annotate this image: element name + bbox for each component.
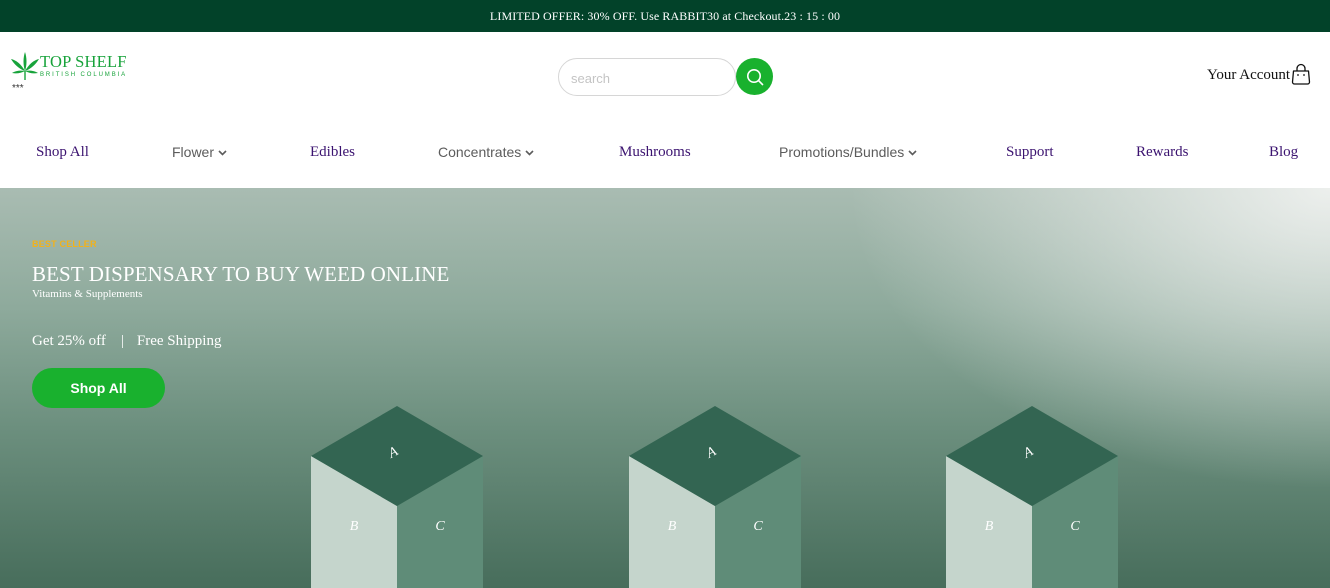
cannabis-leaf-icon [11, 52, 39, 80]
hero-subtitle: Vitamins & Supplements [32, 288, 143, 300]
hero-tag: BEST CELLER [32, 239, 97, 249]
promo-bar: LIMITED OFFER: 30% OFF. Use RABBIT30 at … [0, 0, 1330, 32]
hero-offer-discount: Get 25% off [32, 333, 106, 349]
nav-item-label: Edibles [310, 144, 355, 160]
chevron-down-icon [218, 149, 227, 156]
product-box: A B C [946, 406, 1118, 588]
nav-item-label: Rewards [1136, 144, 1189, 160]
product-box: A B C [311, 406, 483, 588]
hero-offer: Get 25% off | Free Shipping [32, 333, 221, 350]
nav-item-label: Blog [1269, 144, 1299, 160]
account-link[interactable]: Your Account [1207, 63, 1311, 85]
logo-stars: *** [12, 83, 24, 94]
chevron-down-icon [525, 149, 534, 156]
nav-item-promotions-bundles[interactable]: Promotions/Bundles [779, 144, 917, 160]
nav-item-support[interactable]: Support [1006, 144, 1054, 161]
shopping-bag-icon[interactable] [1291, 63, 1311, 85]
nav-item-label: Concentrates [438, 144, 522, 160]
box-face-label: B [350, 519, 359, 534]
nav-item-label: Support [1006, 144, 1054, 160]
promo-text: LIMITED OFFER: 30% OFF. Use RABBIT30 at … [489, 8, 841, 23]
search-button[interactable] [736, 58, 773, 95]
box-face-label: B [985, 519, 994, 534]
hero-offer-separator: | [120, 333, 124, 349]
chevron-down-icon [908, 149, 917, 156]
logo-subtitle: BRITISH COLUMBIA [40, 71, 128, 78]
nav-item-edibles[interactable]: Edibles [310, 144, 355, 161]
search-box [558, 58, 736, 97]
nav-item-label: Flower [172, 144, 215, 160]
hero-banner: BEST CELLER BEST DISPENSARY TO BUY WEED … [0, 188, 1330, 588]
nav-item-label: Shop All [36, 144, 89, 160]
nav-item-mushrooms[interactable]: Mushrooms [619, 144, 691, 161]
search-icon [746, 68, 763, 85]
site-header: TOP SHELF BRITISH COLUMBIA *** Your Acco… [0, 32, 1330, 188]
box-face-label: C [753, 519, 763, 534]
box-face-label: B [668, 519, 677, 534]
nav-item-flower[interactable]: Flower [172, 144, 227, 160]
logo-name: TOP SHELF [40, 52, 127, 71]
search-input[interactable] [569, 59, 723, 97]
nav-item-label: Promotions/Bundles [779, 144, 905, 160]
nav-item-label: Mushrooms [619, 144, 691, 160]
main-nav: Shop All Flower Edibles Concentrates Mus… [0, 144, 1330, 166]
hero-offer-shipping: Free Shipping [136, 333, 222, 349]
account-label: Your Account [1207, 66, 1291, 83]
box-face-label: C [1070, 519, 1080, 534]
box-face-label: C [435, 519, 445, 534]
product-box: A B C [629, 406, 801, 588]
shop-all-button[interactable]: Shop All [32, 368, 165, 408]
nav-item-rewards[interactable]: Rewards [1136, 144, 1189, 161]
nav-item-blog[interactable]: Blog [1269, 144, 1298, 161]
hero-title: BEST DISPENSARY TO BUY WEED ONLINE [32, 262, 450, 286]
logo[interactable]: TOP SHELF BRITISH COLUMBIA [11, 51, 127, 81]
nav-item-concentrates[interactable]: Concentrates [438, 144, 534, 160]
nav-item-shop-all[interactable]: Shop All [36, 144, 89, 161]
